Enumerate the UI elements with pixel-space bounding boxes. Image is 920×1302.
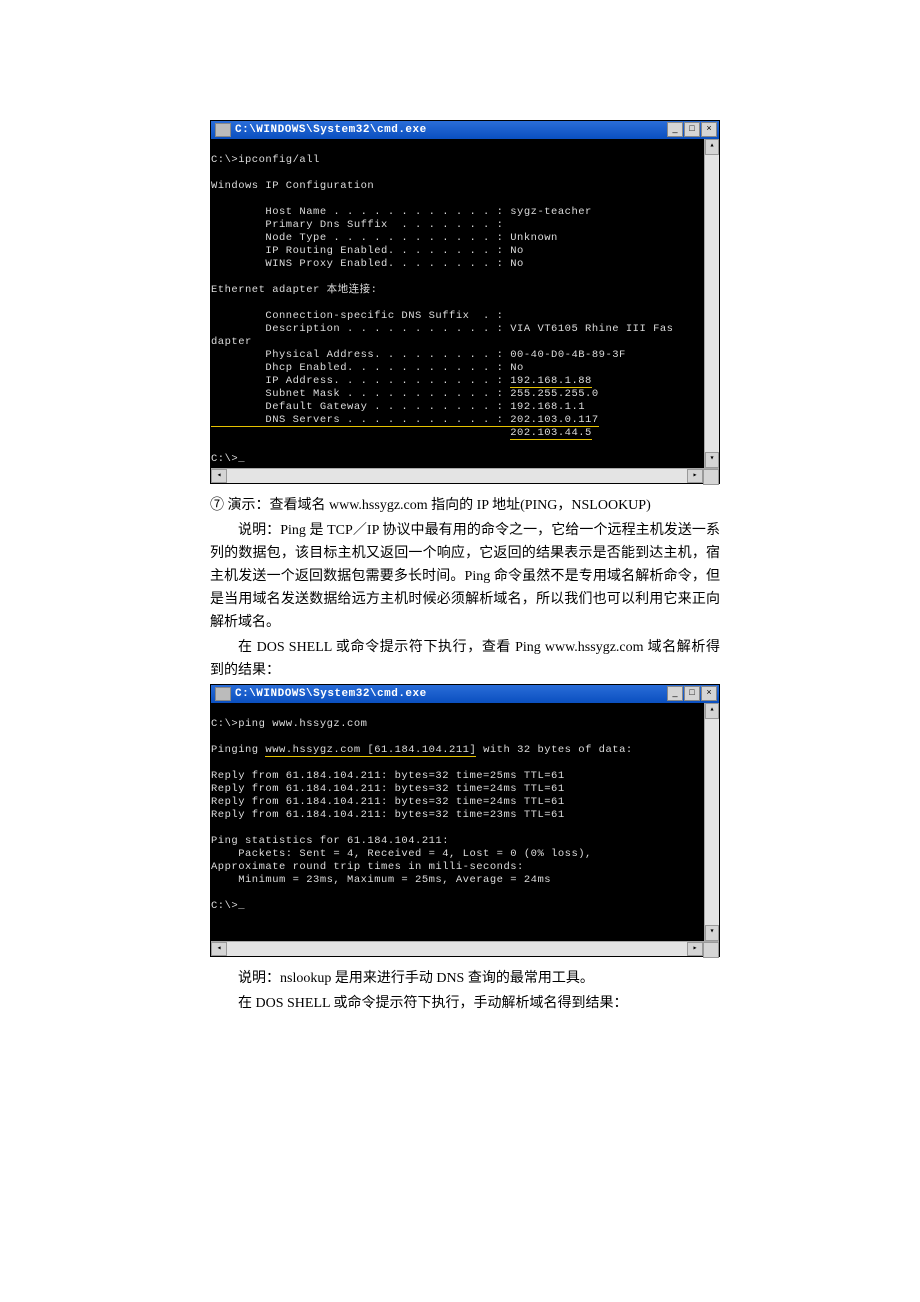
cmd-line: Physical Address. . . . . . . . . : 00-4… (211, 349, 626, 361)
cmd-line: C:\>_ (211, 900, 245, 912)
cmd-line: C:\>_ (211, 453, 245, 465)
close-button[interactable]: × (701, 686, 717, 701)
paragraph: 说明：Ping 是 TCP／IP 协议中最有用的命令之一，它给一个远程主机发送一… (210, 519, 720, 634)
cmd-title: C:\WINDOWS\System32\cmd.exe (235, 124, 427, 136)
minimize-button[interactable]: _ (667, 122, 683, 137)
vertical-scrollbar[interactable]: ▴ ▾ (704, 139, 719, 468)
scroll-up-button[interactable]: ▴ (705, 139, 719, 155)
cmd-line: Approximate round trip times in milli-se… (211, 861, 524, 873)
scroll-left-button[interactable]: ◂ (211, 469, 227, 483)
cmd-line: Reply from 61.184.104.211: bytes=32 time… (211, 796, 565, 808)
resize-grip[interactable] (703, 469, 719, 485)
vertical-scrollbar[interactable]: ▴ ▾ (704, 703, 719, 941)
scroll-right-button[interactable]: ▸ (687, 942, 703, 956)
cmd-output: C:\>ipconfig/all Windows IP Configuratio… (211, 139, 704, 468)
dns2-highlight: 202.103.44.5 (510, 427, 592, 440)
scroll-left-button[interactable]: ◂ (211, 942, 227, 956)
cmd-titlebar: C:\WINDOWS\System32\cmd.exe _ □ × (211, 121, 719, 139)
window-controls: _ □ × (667, 686, 717, 701)
cmd-line: Host Name . . . . . . . . . . . . : sygz… (211, 206, 592, 218)
cmd-line: Description . . . . . . . . . . . : VIA … (211, 323, 673, 335)
ip-address-highlight: 192.168.1.88 (510, 375, 592, 388)
cmd-line: C:\>ipconfig/all (211, 154, 320, 166)
cmd-line: Subnet Mask . . . . . . . . . . . : 255.… (211, 388, 599, 400)
paragraph: ⑦ 演示：查看域名 www.hssygz.com 指向的 IP 地址(PING，… (210, 494, 720, 517)
cmd-line: Connection-specific DNS Suffix . : (211, 310, 503, 322)
ping-host-highlight: www.hssygz.com [61.184.104.211] (265, 744, 476, 757)
cmd-line: C:\>ping www.hssygz.com (211, 718, 367, 730)
paragraph: 在 DOS SHELL 或命令提示符下执行，查看 Ping www.hssygz… (210, 636, 720, 682)
horizontal-scrollbar[interactable]: ◂ ▸ (211, 941, 719, 956)
cmd-line: Reply from 61.184.104.211: bytes=32 time… (211, 809, 565, 821)
window-controls: _ □ × (667, 122, 717, 137)
close-button[interactable]: × (701, 122, 717, 137)
cmd-line: dapter (211, 336, 252, 348)
cmd-line: Ethernet adapter 本地连接: (211, 284, 377, 296)
paragraph: 说明：nslookup 是用来进行手动 DNS 查询的最常用工具。 (210, 967, 720, 990)
scroll-up-button[interactable]: ▴ (705, 703, 719, 719)
cmd-line: Dhcp Enabled. . . . . . . . . . . : No (211, 362, 524, 374)
cmd-line: Reply from 61.184.104.211: bytes=32 time… (211, 783, 565, 795)
minimize-button[interactable]: _ (667, 686, 683, 701)
cmd-line: Windows IP Configuration (211, 180, 374, 192)
cmd-window-ping: C:\WINDOWS\System32\cmd.exe _ □ × C:\>pi… (210, 684, 720, 957)
cmd-line: DNS Servers . . . . . . . . . . . : 202.… (211, 414, 599, 427)
cmd-line: Pinging www.hssygz.com [61.184.104.211] … (211, 744, 633, 757)
cmd-icon (215, 123, 231, 137)
paragraph: 在 DOS SHELL 或命令提示符下执行，手动解析域名得到结果： (210, 992, 720, 1015)
scroll-right-button[interactable]: ▸ (687, 469, 703, 483)
cmd-titlebar: C:\WINDOWS\System32\cmd.exe _ □ × (211, 685, 719, 703)
cmd-line: Packets: Sent = 4, Received = 4, Lost = … (211, 848, 592, 860)
document-page: C:\WINDOWS\System32\cmd.exe _ □ × C:\>ip… (0, 0, 920, 1077)
maximize-button[interactable]: □ (684, 686, 700, 701)
cmd-line: Node Type . . . . . . . . . . . . : Unkn… (211, 232, 558, 244)
cmd-line: IP Address. . . . . . . . . . . . : 192.… (211, 375, 592, 388)
cmd-line: Ping statistics for 61.184.104.211: (211, 835, 449, 847)
cmd-output: C:\>ping www.hssygz.com Pinging www.hssy… (211, 703, 704, 941)
cmd-line: Default Gateway . . . . . . . . . : 192.… (211, 401, 585, 413)
cmd-line: IP Routing Enabled. . . . . . . . : No (211, 245, 524, 257)
cmd-line: Minimum = 23ms, Maximum = 25ms, Average … (211, 874, 551, 886)
resize-grip[interactable] (703, 942, 719, 958)
cmd-line: 202.103.44.5 (211, 427, 592, 440)
dns1-highlight: 202.103.0.117 (510, 414, 598, 426)
cmd-line: WINS Proxy Enabled. . . . . . . . : No (211, 258, 524, 270)
horizontal-scrollbar[interactable]: ◂ ▸ (211, 468, 719, 483)
scroll-down-button[interactable]: ▾ (705, 452, 719, 468)
cmd-icon (215, 687, 231, 701)
cmd-line: Primary Dns Suffix . . . . . . . : (211, 219, 503, 231)
maximize-button[interactable]: □ (684, 122, 700, 137)
cmd-title: C:\WINDOWS\System32\cmd.exe (235, 688, 427, 700)
cmd-line: Reply from 61.184.104.211: bytes=32 time… (211, 770, 565, 782)
scroll-down-button[interactable]: ▾ (705, 925, 719, 941)
cmd-window-ipconfig: C:\WINDOWS\System32\cmd.exe _ □ × C:\>ip… (210, 120, 720, 484)
